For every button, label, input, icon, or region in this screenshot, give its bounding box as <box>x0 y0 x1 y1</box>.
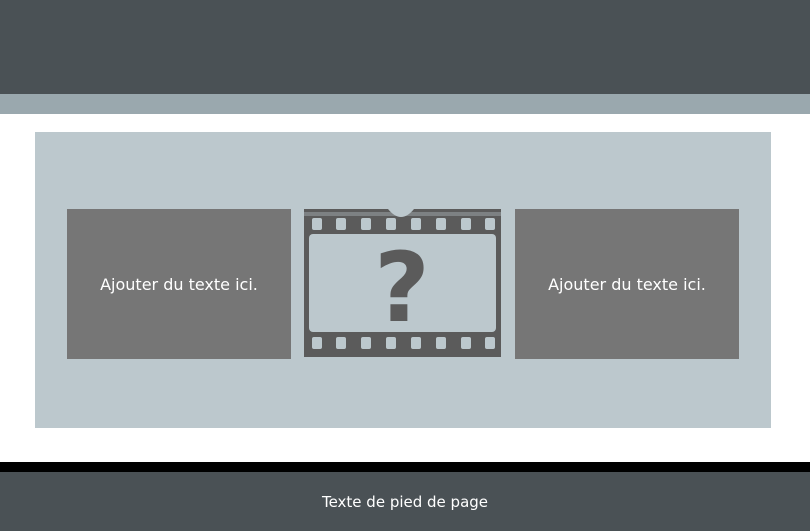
header-bar <box>0 0 810 94</box>
film-strip-question-icon[interactable]: ? <box>304 209 501 357</box>
sub-header-bar <box>0 94 810 114</box>
question-mark-glyph: ? <box>374 232 430 344</box>
footer-text: Texte de pied de page <box>321 492 489 511</box>
footer-divider <box>0 462 810 472</box>
text-card-left[interactable]: Ajouter du texte ici. <box>67 209 291 359</box>
text-card-left-label: Ajouter du texte ici. <box>100 274 258 294</box>
text-card-right[interactable]: Ajouter du texte ici. <box>515 209 739 359</box>
content-panel: Ajouter du texte ici. ? Ajouter du texte… <box>35 132 771 428</box>
footer: Texte de pied de page <box>0 472 810 531</box>
text-card-right-label: Ajouter du texte ici. <box>548 274 706 294</box>
main-content: Ajouter du texte ici. ? Ajouter du texte… <box>0 114 810 462</box>
